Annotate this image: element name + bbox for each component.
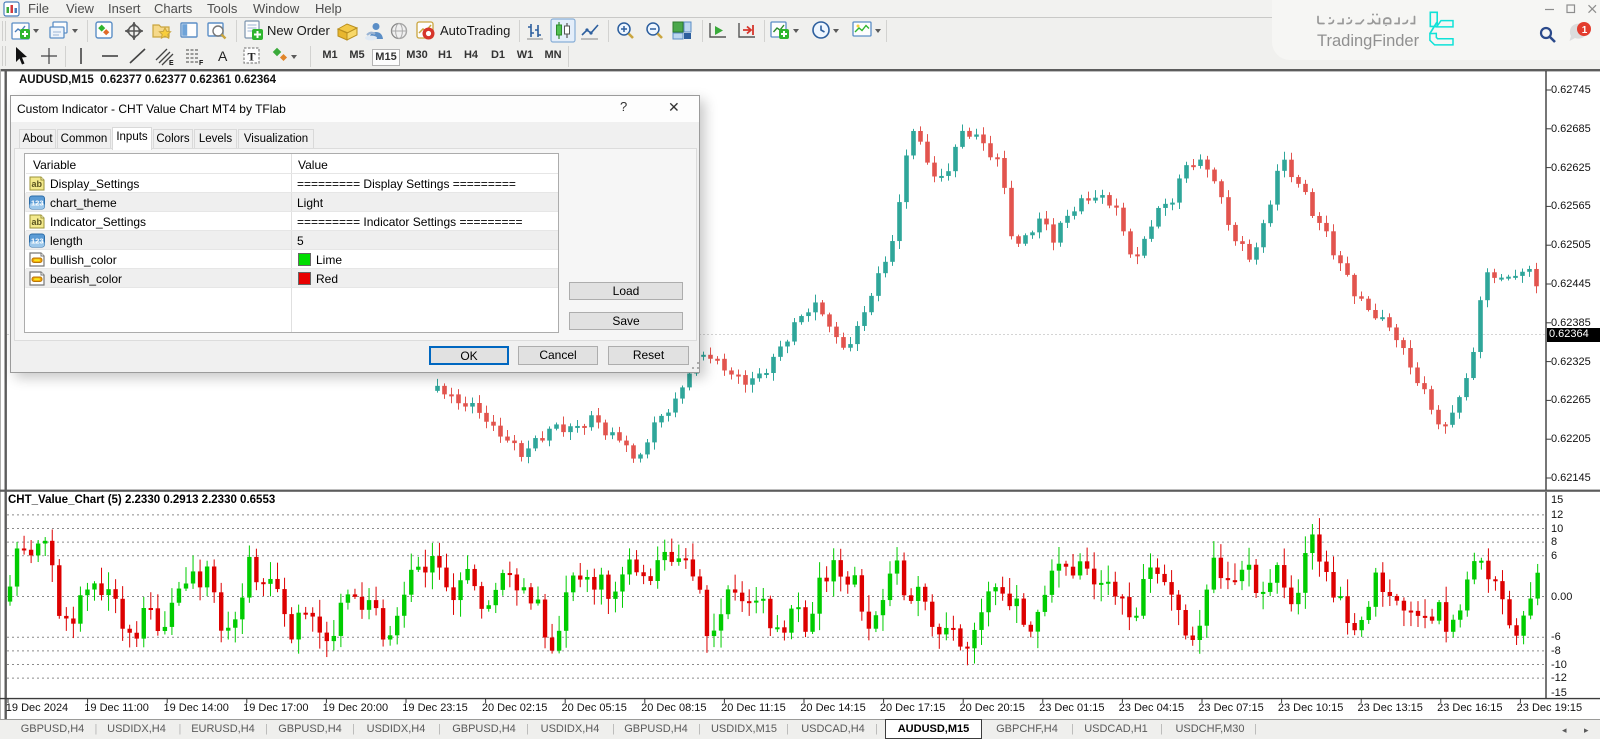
svg-text:123: 123 — [31, 199, 44, 208]
svg-text:1: 1 — [1582, 25, 1588, 36]
svg-text:E: E — [169, 60, 174, 67]
svg-text:A: A — [218, 48, 228, 64]
svg-text:123: 123 — [31, 237, 44, 246]
svg-text:ab: ab — [32, 179, 43, 189]
svg-text:ab: ab — [32, 217, 43, 227]
svg-text:F: F — [199, 60, 204, 67]
svg-text:T: T — [248, 50, 256, 64]
